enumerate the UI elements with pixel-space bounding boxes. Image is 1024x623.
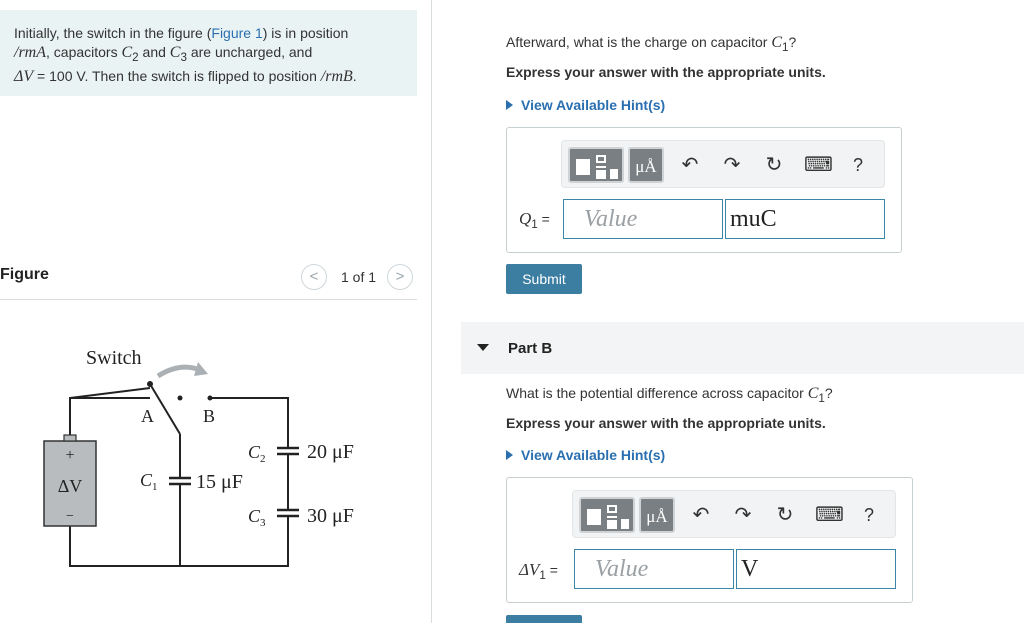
templates-icon[interactable] bbox=[568, 147, 624, 183]
figure-link[interactable]: Figure 1 bbox=[211, 25, 262, 41]
switch-blade bbox=[149, 383, 181, 435]
problem-text: . bbox=[352, 67, 357, 84]
c1-value: 15 μF bbox=[196, 471, 243, 493]
hint-label: View Available Hint(s) bbox=[521, 447, 666, 463]
switch-arrow bbox=[156, 364, 201, 379]
unit-input[interactable]: muC bbox=[725, 199, 885, 239]
switch-arrowhead bbox=[194, 362, 208, 376]
problem-text: Initially, the switch in the figure ( bbox=[14, 25, 212, 41]
redo-icon[interactable]: ↷ bbox=[731, 503, 755, 527]
right-pane: Afterward, what is the charge on capacit… bbox=[433, 0, 1024, 623]
submit-button-b[interactable] bbox=[506, 615, 582, 623]
problem-text: ) is in position bbox=[262, 25, 349, 41]
question-text: What is the potential difference across … bbox=[506, 385, 808, 401]
equation-label: ΔV1 = bbox=[519, 560, 558, 582]
label-b: B bbox=[203, 406, 215, 426]
part-b-label: Part B bbox=[508, 340, 553, 357]
units-icon[interactable]: μÅ bbox=[639, 497, 675, 533]
part-b-answer-box: μÅ ↶ ↷ ↻ ⌨ ? ΔV1 = Value V bbox=[506, 477, 913, 603]
label-a: A bbox=[141, 406, 154, 426]
question-text: Afterward, what is the charge on capacit… bbox=[506, 34, 772, 50]
eq-var: ΔV bbox=[519, 560, 540, 579]
help-icon[interactable]: ? bbox=[859, 503, 879, 527]
figure-pager: < 1 of 1 > bbox=[301, 264, 417, 290]
problem-text: , capacitors bbox=[46, 44, 122, 60]
position-a: /rmA bbox=[14, 44, 46, 61]
battery-minus: − bbox=[66, 509, 74, 524]
eq-sign: = bbox=[545, 562, 558, 578]
c1-sub: 1 bbox=[152, 481, 158, 493]
help-icon[interactable]: ? bbox=[848, 153, 868, 177]
switch-pivot bbox=[147, 381, 153, 387]
wire-top-left bbox=[69, 387, 151, 441]
problem-text: . Then the switch is flipped to position bbox=[84, 67, 321, 84]
wire-top-right bbox=[210, 397, 289, 448]
value-input[interactable]: Value bbox=[563, 199, 723, 239]
figure-header: Figure < 1 of 1 > bbox=[0, 258, 417, 300]
part-b-header[interactable]: Part B bbox=[461, 322, 1024, 374]
eq-var: Q bbox=[519, 209, 532, 228]
equation-label: Q1 = bbox=[519, 209, 550, 231]
units-icon[interactable]: μÅ bbox=[628, 147, 664, 183]
keyboard-icon[interactable]: ⌨ bbox=[815, 503, 844, 527]
part-b-question: What is the potential difference across … bbox=[506, 385, 833, 405]
problem-text: are uncharged, and bbox=[186, 44, 313, 60]
c3-value: 30 μF bbox=[307, 505, 354, 527]
question-text: ? bbox=[788, 34, 797, 50]
undo-icon[interactable]: ↶ bbox=[678, 153, 702, 177]
reset-icon[interactable]: ↻ bbox=[762, 153, 786, 177]
position-b: /rmB bbox=[320, 67, 353, 85]
battery-dv-label: ΔV bbox=[58, 476, 83, 496]
part-a-hint-toggle[interactable]: View Available Hint(s) bbox=[506, 97, 665, 113]
hint-triangle-icon bbox=[506, 100, 513, 110]
part-b-instruction: Express your answer with the appropriate… bbox=[506, 415, 826, 431]
next-figure-button[interactable]: > bbox=[387, 264, 413, 290]
redo-icon[interactable]: ↷ bbox=[720, 153, 744, 177]
keyboard-icon[interactable]: ⌨ bbox=[804, 153, 833, 177]
prev-figure-button[interactable]: < bbox=[301, 264, 327, 290]
templates-icon[interactable] bbox=[579, 497, 635, 533]
contact-b bbox=[207, 395, 213, 401]
math-toolbar: μÅ ↶ ↷ ↻ ⌨ ? bbox=[561, 140, 885, 188]
collapse-arrow-icon bbox=[477, 344, 489, 351]
c2-sub: 2 bbox=[260, 453, 266, 465]
circuit-diagram: + ΔV − Switch A B C 1 15 μF C 2 20 μF C … bbox=[43, 347, 354, 567]
hint-label: View Available Hint(s) bbox=[521, 97, 666, 113]
problem-text: = 100 bbox=[33, 67, 77, 84]
battery-plus: + bbox=[65, 447, 74, 464]
figure-title: Figure bbox=[0, 266, 49, 283]
switch-label: Switch bbox=[86, 347, 142, 369]
cap-c2: C bbox=[121, 44, 133, 61]
question-var: C bbox=[807, 385, 819, 402]
undo-icon[interactable]: ↶ bbox=[689, 503, 713, 527]
hint-triangle-icon bbox=[506, 450, 513, 460]
delta-v: ΔV bbox=[14, 67, 34, 85]
cap-c3: C bbox=[169, 44, 181, 61]
c3-sub: 3 bbox=[260, 517, 266, 529]
math-toolbar: μÅ ↶ ↷ ↻ ⌨ ? bbox=[572, 490, 896, 538]
unit-input[interactable]: V bbox=[736, 549, 896, 589]
question-text: ? bbox=[824, 385, 833, 401]
pager-text: 1 of 1 bbox=[341, 269, 377, 285]
left-pane: Initially, the switch in the figure (Fig… bbox=[0, 0, 432, 623]
submit-button[interactable]: Submit bbox=[506, 264, 582, 294]
part-b-hint-toggle[interactable]: View Available Hint(s) bbox=[506, 447, 665, 463]
reset-icon[interactable]: ↻ bbox=[773, 503, 797, 527]
battery-terminal bbox=[63, 434, 77, 442]
eq-sign: = bbox=[537, 211, 550, 227]
question-var: C bbox=[771, 34, 783, 51]
value-input[interactable]: Value bbox=[574, 549, 734, 589]
problem-statement: Initially, the switch in the figure (Fig… bbox=[0, 10, 417, 96]
problem-text: and bbox=[138, 44, 170, 60]
part-a-question: Afterward, what is the charge on capacit… bbox=[506, 34, 796, 54]
c2-value: 20 μF bbox=[307, 441, 354, 463]
part-a-instruction: Express your answer with the appropriate… bbox=[506, 64, 826, 80]
contact-a bbox=[177, 395, 183, 401]
part-a-answer-box: μÅ ↶ ↷ ↻ ⌨ ? Q1 = Value muC bbox=[506, 127, 902, 253]
